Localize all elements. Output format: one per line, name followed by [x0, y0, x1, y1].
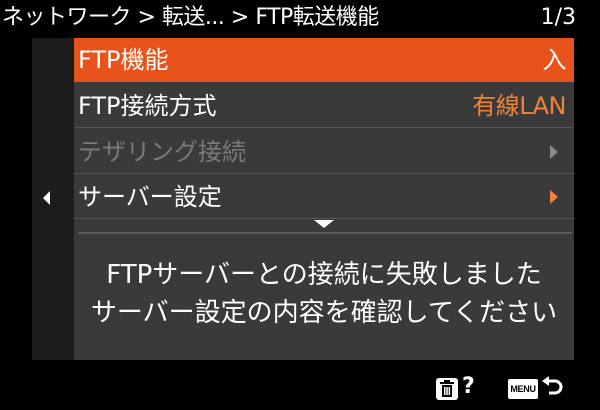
- error-message: FTPサーバーとの接続に失敗しました サーバー設定の内容を確認してください: [74, 256, 574, 332]
- error-message-line: サーバー設定の内容を確認してください: [90, 298, 558, 328]
- menu-item-value: 入: [542, 46, 567, 74]
- menu-item-label: サーバー設定: [78, 183, 222, 211]
- scroll-down-icon[interactable]: [314, 220, 334, 228]
- menu-item-value: 有線LAN: [472, 92, 566, 120]
- help-icon[interactable]: ?: [462, 372, 475, 402]
- chevron-right-icon: [550, 190, 558, 204]
- menu-item-server-settings[interactable]: サーバー設定: [74, 175, 574, 219]
- menu-item-label: テザリング接続: [78, 138, 246, 166]
- error-message-line: FTPサーバーとの接続に失敗しました: [106, 260, 542, 290]
- menu-item-label: FTP接続方式: [78, 92, 217, 120]
- chevron-right-icon: [550, 145, 558, 159]
- divider: [78, 232, 572, 234]
- page-indicator: 1/3: [540, 5, 576, 30]
- menu-item-ftp-function[interactable]: FTP機能 入: [74, 38, 574, 82]
- previous-page-icon[interactable]: [43, 191, 50, 205]
- left-rail: [32, 38, 74, 360]
- menu-item-tethering-connection: テザリング接続: [74, 130, 574, 174]
- trash-icon[interactable]: [436, 378, 458, 400]
- breadcrumb: ネットワーク > 転送... > FTP転送機能: [2, 5, 379, 30]
- return-icon[interactable]: [541, 375, 565, 403]
- footer: ? MENU: [0, 364, 600, 410]
- menu-item-ftp-connection-method[interactable]: FTP接続方式 有線LAN: [74, 84, 574, 128]
- menu-item-label: FTP機能: [78, 46, 169, 74]
- menu-button[interactable]: MENU: [508, 379, 538, 399]
- header: ネットワーク > 転送... > FTP転送機能 1/3: [0, 0, 600, 36]
